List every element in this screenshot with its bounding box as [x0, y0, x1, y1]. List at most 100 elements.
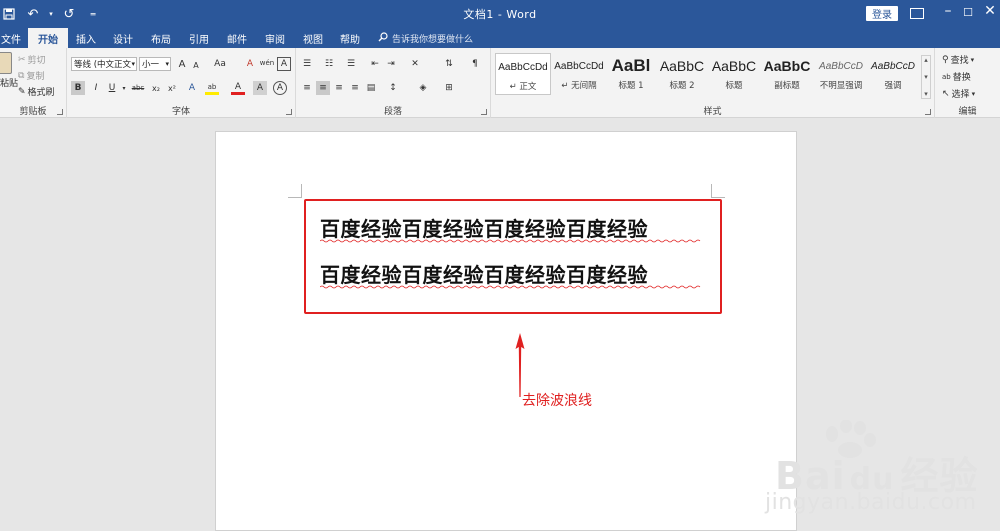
chevron-down-icon: ▾: [131, 60, 135, 68]
more-styles-icon[interactable]: ▾: [924, 90, 928, 98]
numbering-icon[interactable]: ☷: [322, 57, 336, 71]
margin-corner-top-right: [711, 184, 725, 198]
style-normal[interactable]: AaBbCcDd ↵ 正文: [495, 53, 551, 95]
style-emphasis[interactable]: AaBbCcD 强调: [865, 53, 921, 95]
enclose-characters-icon[interactable]: A: [273, 81, 287, 95]
style-heading-1[interactable]: AaBl 标题 1: [603, 53, 659, 95]
tab-home[interactable]: 开始: [28, 28, 68, 48]
copy-icon: ⧉: [18, 70, 25, 81]
grow-font-icon[interactable]: A: [175, 57, 189, 71]
login-button[interactable]: 登录: [866, 6, 898, 21]
cursor-icon: ↖: [942, 88, 950, 99]
highlight-box: 百度经验百度经验百度经验百度经验 百度经验百度经验百度经验百度经验: [304, 199, 722, 314]
tab-references[interactable]: 引用: [180, 28, 218, 48]
increase-indent-icon[interactable]: ⇥: [384, 57, 398, 71]
shrink-font-icon[interactable]: A: [189, 58, 203, 72]
character-border-icon[interactable]: A: [277, 57, 291, 71]
paragraph-launcher-icon[interactable]: [481, 109, 487, 115]
tab-review[interactable]: 审阅: [256, 28, 294, 48]
show-formatting-marks-icon[interactable]: ¶: [468, 57, 482, 71]
distributed-icon[interactable]: ▤: [364, 81, 378, 95]
bold-button[interactable]: B: [71, 81, 85, 95]
multilevel-list-icon[interactable]: ☰: [344, 57, 358, 71]
highlight-color-icon[interactable]: ab: [205, 81, 219, 95]
annotation-note: 去除波浪线: [522, 393, 592, 409]
strikethrough-button[interactable]: abc: [129, 81, 147, 95]
paint-bucket-icon[interactable]: ◈: [416, 81, 430, 95]
change-case-icon[interactable]: Aa: [210, 57, 230, 71]
tab-design[interactable]: 设计: [104, 28, 142, 48]
style-no-spacing[interactable]: AaBbCcDd ↵ 无间隔: [551, 53, 607, 95]
document-line-2[interactable]: 百度经验百度经验百度经验百度经验: [320, 259, 648, 288]
editing-label: 编辑: [958, 107, 977, 117]
style-heading-2[interactable]: AaBbC 标题 2: [654, 53, 710, 95]
tab-insert[interactable]: 插入: [68, 28, 104, 48]
search-icon: [378, 31, 388, 45]
phonetic-guide-icon[interactable]: wén: [260, 56, 274, 70]
italic-button[interactable]: I: [89, 81, 103, 95]
font-size-select[interactable]: 小一 ▾: [139, 57, 171, 71]
tab-view[interactable]: 视图: [294, 28, 332, 48]
style-title[interactable]: AaBbC 标题: [706, 53, 762, 95]
clipboard-launcher-icon[interactable]: [57, 109, 63, 115]
ribbon-display-options-icon[interactable]: [910, 8, 924, 19]
tab-help[interactable]: 帮助: [332, 28, 368, 48]
decrease-indent-icon[interactable]: ⇤: [368, 57, 382, 71]
tab-mailings[interactable]: 邮件: [218, 28, 256, 48]
sort-icon[interactable]: ⇅: [442, 57, 456, 71]
styles-label: 样式: [703, 107, 722, 117]
chevron-down-icon: ▾: [970, 55, 975, 64]
line-spacing-icon[interactable]: ↕: [386, 81, 400, 95]
font-group: 等线 (中文正文 ▾ 小一 ▾ A A Aa A wén A B I U ▾ abc…: [67, 48, 296, 118]
borders-icon[interactable]: ⊞: [442, 81, 456, 95]
cut-button[interactable]: ✂ 剪切: [18, 53, 46, 67]
tab-file[interactable]: 文件: [0, 28, 22, 48]
align-center-icon[interactable]: ≡: [316, 81, 330, 95]
format-painter-button[interactable]: ✎ 格式刷: [18, 85, 55, 99]
close-icon[interactable]: ✕: [980, 3, 1000, 19]
select-button[interactable]: ↖ 选择 ▾: [942, 87, 976, 101]
document-line-1[interactable]: 百度经验百度经验百度经验百度经验: [320, 213, 648, 242]
text-effects-icon[interactable]: A: [185, 81, 199, 95]
tab-layout[interactable]: 布局: [142, 28, 180, 48]
document-page[interactable]: 百度经验百度经验百度经验百度经验 百度经验百度经验百度经验百度经验: [215, 131, 797, 531]
chinese-layout-icon[interactable]: ✕: [408, 57, 422, 71]
title-bar: ↶ ▾ ↺ ═ 文档1 - Word 登录 – ☐ ✕: [0, 0, 1000, 28]
brush-icon: ✎: [18, 86, 26, 97]
spelling-squiggle-2: [320, 285, 701, 289]
tell-me-box[interactable]: 告诉我你想要做什么: [378, 28, 473, 48]
style-subtitle[interactable]: AaBbC 副标题: [759, 53, 815, 95]
font-launcher-icon[interactable]: [286, 109, 292, 115]
bullets-icon[interactable]: ☰: [300, 57, 314, 71]
character-shading-icon[interactable]: A: [253, 81, 267, 95]
find-button[interactable]: ⚲ 查找 ▾: [942, 53, 975, 67]
replace-button[interactable]: ab 替换: [942, 70, 971, 84]
chevron-up-icon[interactable]: ▴: [924, 56, 928, 64]
margin-corner-top-left: [288, 184, 302, 198]
styles-launcher-icon[interactable]: [925, 109, 931, 115]
minimize-icon[interactable]: –: [938, 3, 958, 19]
justify-icon[interactable]: ≡: [348, 81, 362, 95]
clear-formatting-icon[interactable]: A: [243, 57, 257, 71]
chevron-down-icon: ▾: [971, 89, 976, 98]
ribbon: 粘贴 ✂ 剪切 ⧉ 复制 ✎ 格式刷 剪贴板 等线 (中文正文 ▾ 小一 ▾ A A Aa…: [0, 48, 1000, 118]
align-left-icon[interactable]: ≡: [300, 81, 314, 95]
maximize-icon[interactable]: ☐: [958, 6, 978, 19]
superscript-button[interactable]: x²: [165, 81, 179, 95]
subscript-button[interactable]: x₂: [149, 81, 163, 95]
paste-icon[interactable]: [0, 52, 12, 74]
paste-button[interactable]: 粘贴: [0, 76, 18, 89]
ribbon-tabs: 文件 开始 插入 设计 布局 引用 邮件 审阅 视图 帮助 告诉我你想要做什么: [0, 28, 1000, 48]
paragraph-group: ☰ ☷ ☰ ⇤ ⇥ ✕ ⇅ ¶ ≡ ≡ ≡ ≡ ▤ ↕ ◈ ⊞ 段落: [296, 48, 491, 118]
copy-button[interactable]: ⧉ 复制: [18, 69, 44, 83]
styles-gallery-scroll[interactable]: ▴ ▾ ▾: [921, 55, 931, 99]
font-name-select[interactable]: 等线 (中文正文 ▾: [71, 57, 137, 71]
font-label: 字体: [171, 107, 190, 117]
clipboard-group: 粘贴 ✂ 剪切 ⧉ 复制 ✎ 格式刷 剪贴板: [0, 48, 67, 118]
align-right-icon[interactable]: ≡: [332, 81, 346, 95]
chevron-down-icon: ▾: [165, 60, 169, 68]
chevron-down-icon[interactable]: ▾: [924, 73, 928, 81]
style-subtle-emphasis[interactable]: AaBbCcD 不明显强调: [813, 53, 869, 95]
font-color-icon[interactable]: A: [231, 81, 245, 95]
scissors-icon: ✂: [18, 54, 26, 65]
